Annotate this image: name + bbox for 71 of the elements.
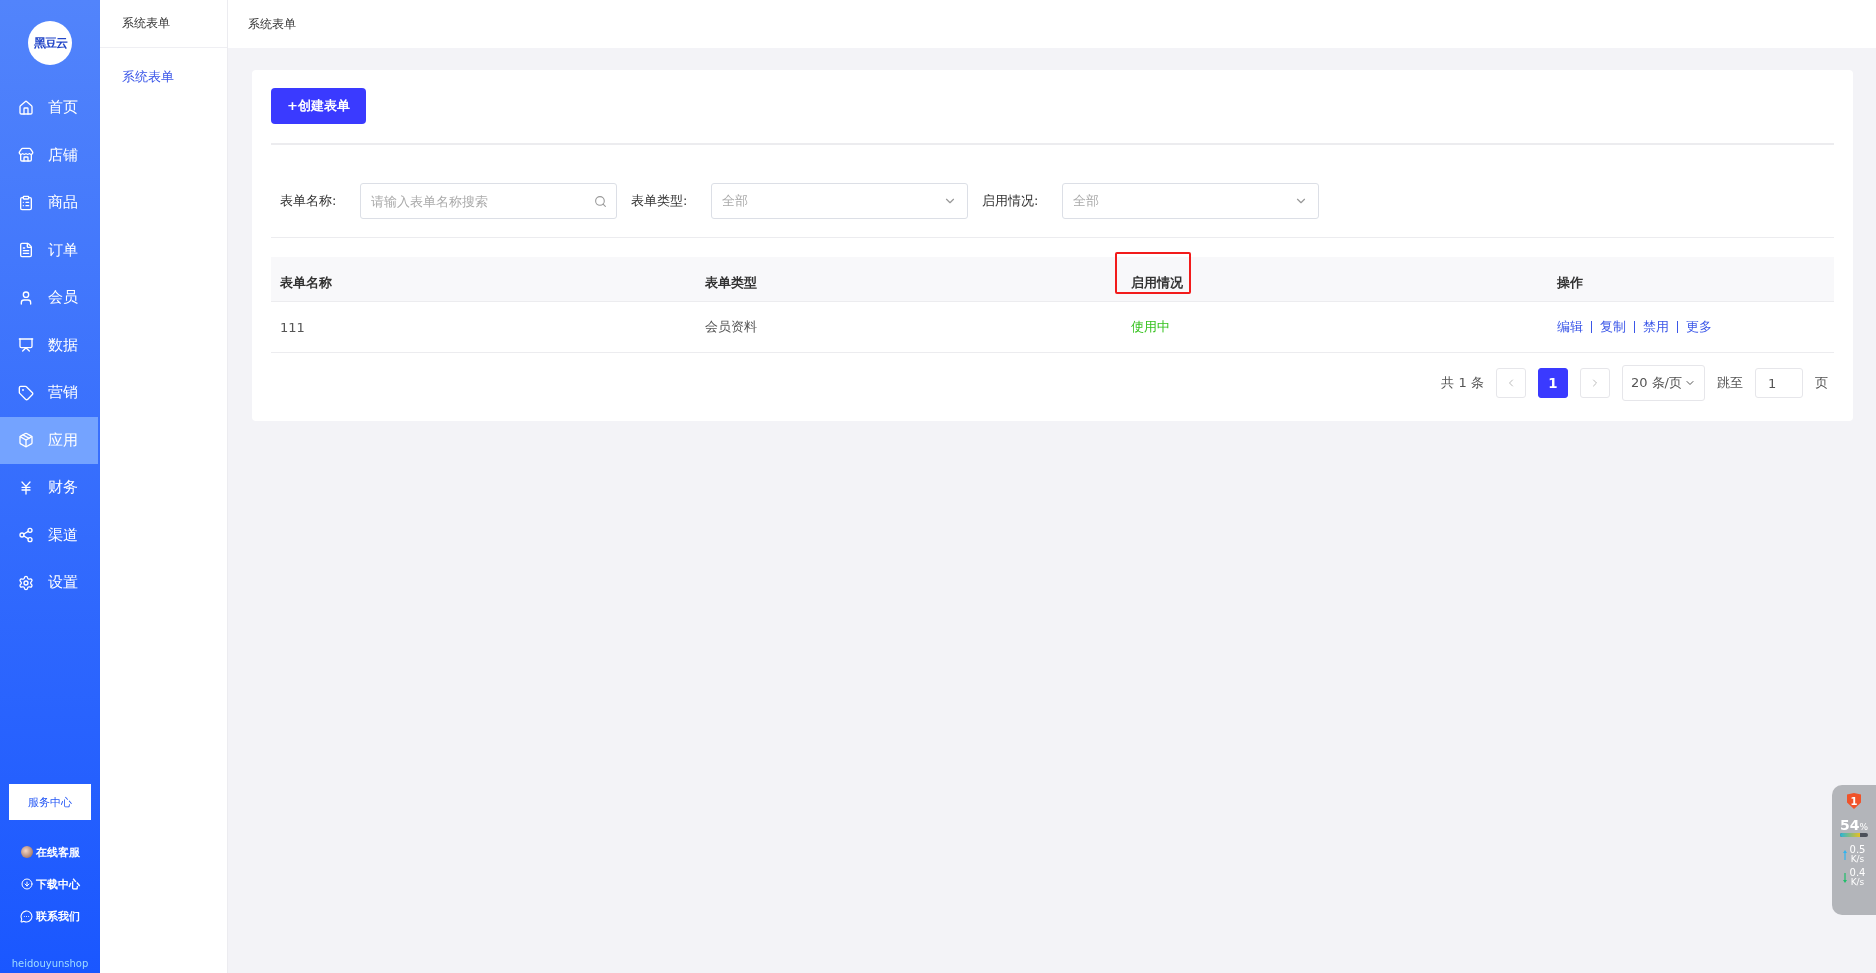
chat-icon: [20, 909, 33, 923]
down-arrow-icon: [1842, 872, 1847, 883]
shield-badge: 1: [1847, 793, 1861, 809]
nav-item[interactable]: 商品: [0, 179, 100, 227]
nav-icon: [18, 337, 34, 354]
action-link[interactable]: 禁用: [1643, 318, 1669, 336]
nav-icon: [18, 384, 34, 401]
network-monitor[interactable]: 1 54% 0.5 K/s 0.4 K/s: [1832, 785, 1876, 915]
column-header: 表单名称: [280, 274, 332, 292]
nav-icon: [18, 147, 34, 164]
nav-item[interactable]: 财务: [0, 464, 100, 512]
column-header: 启用情况: [1131, 274, 1183, 292]
service-center-button[interactable]: 服务中心: [9, 784, 91, 820]
avatar-icon: [20, 846, 33, 858]
brand-text: heidouyunshop: [10, 958, 90, 969]
column-header: 表单类型: [705, 274, 757, 292]
next-page-button[interactable]: [1579, 368, 1610, 398]
upload-speed: 0.5: [1849, 845, 1866, 855]
jump-label: 跳至: [1717, 374, 1743, 392]
percent-unit: %: [1859, 822, 1868, 832]
support-link[interactable]: 联系我们: [0, 900, 100, 932]
search-field[interactable]: 请输入表单名称搜索: [360, 183, 617, 219]
nav-item[interactable]: 店铺: [0, 131, 100, 179]
action-link[interactable]: 更多: [1686, 318, 1712, 336]
create-form-button[interactable]: +创建表单: [271, 88, 366, 124]
nav-item[interactable]: 营销: [0, 369, 100, 417]
speed-unit: K/s: [1850, 878, 1865, 887]
status-text: 使用中: [1131, 318, 1170, 336]
page-unit: 页: [1815, 374, 1828, 392]
subnav-title: 系统表单: [100, 0, 227, 48]
nav-item[interactable]: 应用: [0, 416, 98, 464]
nav-icon: [18, 99, 34, 116]
percent-value: 54: [1839, 817, 1860, 833]
support-link[interactable]: 在线客服: [0, 836, 100, 868]
prev-page-button[interactable]: [1495, 368, 1526, 398]
logo: 黑豆云: [28, 21, 72, 65]
search-icon: [594, 194, 607, 208]
jump-input[interactable]: 1: [1755, 368, 1803, 398]
subnav-item[interactable]: 系统表单: [100, 48, 227, 86]
breadcrumb: 系统表单: [228, 0, 1876, 48]
speed-unit: K/s: [1850, 855, 1865, 864]
action-link[interactable]: 复制: [1600, 318, 1626, 336]
filter-label: 表单名称:: [280, 192, 338, 210]
nav-item[interactable]: 会员: [0, 274, 100, 322]
nav-icon: [18, 479, 34, 496]
nav-icon: [18, 242, 34, 259]
total-count: 共 1 条: [1441, 374, 1484, 392]
download-speed: 0.4: [1849, 868, 1866, 878]
action-link[interactable]: 编辑: [1557, 318, 1583, 336]
page-button[interactable]: 1: [1537, 368, 1568, 398]
table-cell: 会员资料: [705, 318, 757, 336]
up-arrow-icon: [1842, 849, 1847, 860]
filter-label: 表单类型:: [631, 192, 689, 210]
nav-item[interactable]: 订单: [0, 226, 100, 274]
page-size-select[interactable]: 20 条/页: [1621, 365, 1705, 401]
table-cell: 111: [280, 319, 305, 335]
nav-item[interactable]: 数据: [0, 321, 100, 369]
support-link[interactable]: 下载中心: [0, 868, 100, 900]
nav-icon: [18, 194, 34, 211]
nav-item[interactable]: 设置: [0, 559, 100, 607]
nav-icon: [18, 527, 34, 544]
nav-icon: [18, 289, 34, 306]
nav-icon: [18, 432, 34, 449]
select-field[interactable]: 全部: [1062, 183, 1319, 219]
nav-item[interactable]: 渠道: [0, 511, 100, 559]
download-icon: [20, 878, 33, 890]
select-field[interactable]: 全部: [711, 183, 968, 219]
filter-label: 启用情况:: [982, 192, 1040, 210]
column-header: 操作: [1557, 274, 1583, 292]
nav-icon: [18, 574, 34, 591]
nav-item[interactable]: 首页: [0, 84, 100, 132]
